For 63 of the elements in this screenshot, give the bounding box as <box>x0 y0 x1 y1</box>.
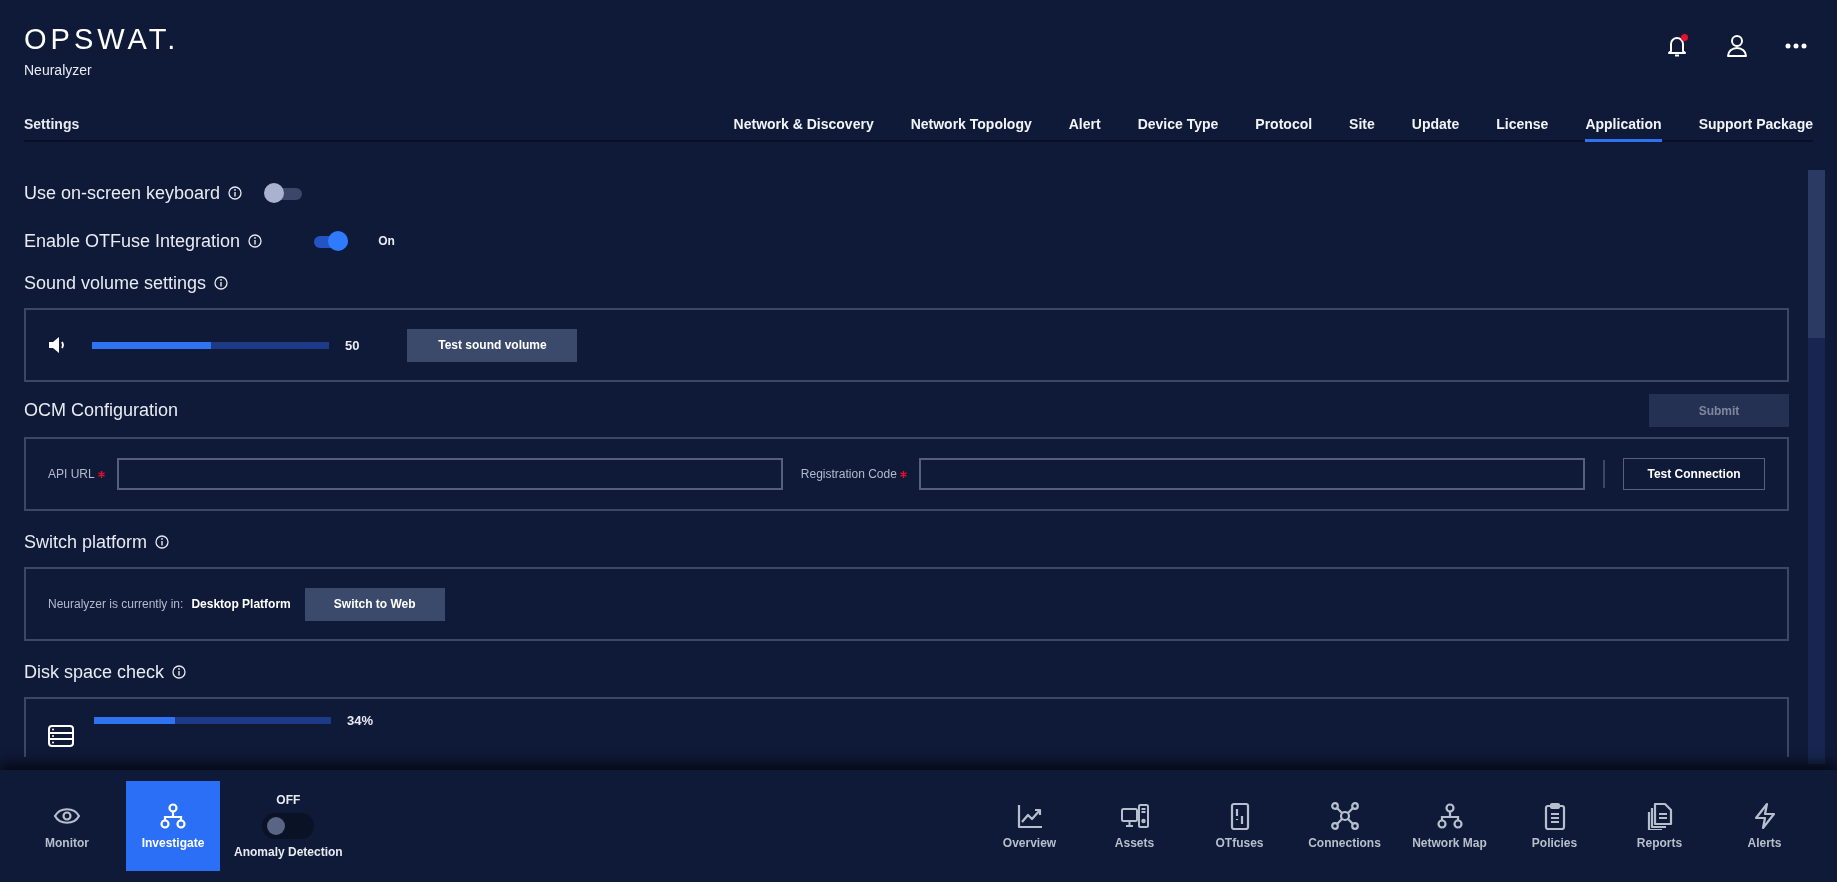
field-label: Registration Code <box>800 467 897 481</box>
hierarchy-icon <box>159 802 187 830</box>
section-heading: Sound volume settings <box>24 272 207 294</box>
speaker-icon <box>48 337 66 353</box>
mode-button[interactable]: Monitor <box>20 781 114 871</box>
nav-button[interactable]: OTfuses <box>1187 802 1292 850</box>
info-icon <box>248 234 263 248</box>
scrollbar[interactable] <box>1808 170 1825 764</box>
settings-tab[interactable]: Site <box>1349 116 1375 142</box>
toggle-state-label: On <box>378 234 395 248</box>
logo: OPSWAT. <box>24 22 180 56</box>
settings-tab[interactable]: Support Package <box>1698 116 1813 142</box>
hierarchy-icon <box>1435 802 1464 830</box>
info-icon <box>228 186 243 200</box>
volume-slider[interactable] <box>92 341 329 349</box>
nav-button[interactable]: Assets <box>1082 802 1187 850</box>
anomaly-toggle[interactable] <box>262 813 315 839</box>
info-icon <box>172 665 187 679</box>
settings-tab[interactable]: Alert <box>1068 116 1101 142</box>
volume-value: 50 <box>345 337 360 353</box>
info-icon <box>214 276 229 290</box>
nav-button[interactable]: Reports <box>1607 802 1712 850</box>
settings-tab[interactable]: Network Topology <box>910 116 1032 142</box>
more-options-icon[interactable] <box>1785 43 1807 49</box>
documents-icon <box>1645 802 1674 830</box>
nav-button[interactable]: Overview <box>977 802 1082 850</box>
disk-usage-value: 34% <box>347 713 374 728</box>
settings-tab[interactable]: Protocol <box>1255 116 1313 142</box>
field-label: API URL <box>48 467 95 481</box>
setting-label: Use on-screen keyboard <box>24 182 221 204</box>
settings-tab[interactable]: Device Type <box>1137 116 1219 142</box>
nav-button[interactable]: Connections <box>1292 802 1397 850</box>
settings-tab[interactable]: Network & Discovery <box>733 116 874 142</box>
nav-button[interactable]: Network Map <box>1397 802 1502 850</box>
platform-label: Neuralyzer is currently in: <box>48 597 184 611</box>
settings-tab[interactable]: Update <box>1411 116 1460 142</box>
info-icon <box>155 535 170 549</box>
switch-platform-button[interactable]: Switch to Web <box>304 587 445 621</box>
nav-button[interactable]: Alerts <box>1712 802 1817 850</box>
platform-value: Desktop Platform <box>191 597 291 611</box>
setting-label: Enable OTFuse Integration <box>24 230 241 252</box>
settings-tab[interactable]: License <box>1496 116 1549 142</box>
test-connection-button[interactable]: Test Connection <box>1623 458 1765 490</box>
nav-button[interactable]: Policies <box>1502 802 1607 850</box>
product-name: Neuralyzer <box>24 62 93 78</box>
server-icon <box>48 725 74 747</box>
desktop-computer-icon <box>1120 802 1149 830</box>
network-nodes-icon <box>1330 802 1359 830</box>
section-heading: Disk space check <box>24 661 165 683</box>
text-input-field[interactable] <box>918 458 1585 490</box>
user-icon[interactable] <box>1727 35 1747 57</box>
anomaly-label: Anomaly Detection <box>234 845 343 859</box>
text-input-field[interactable] <box>116 458 783 490</box>
notification-bell-icon[interactable] <box>1667 34 1689 58</box>
settings-title: Settings <box>24 116 81 134</box>
test-sound-button[interactable]: Test sound volume <box>407 328 578 362</box>
line-chart-icon <box>1015 802 1044 830</box>
section-heading: OCM Configuration <box>24 399 179 422</box>
section-heading: Switch platform <box>24 531 148 553</box>
settings-tab[interactable]: Application <box>1585 116 1662 142</box>
mode-button[interactable]: Investigate <box>126 781 220 871</box>
toggle-state-label: OFF <box>276 793 301 807</box>
toggle-switch[interactable] <box>264 183 303 203</box>
